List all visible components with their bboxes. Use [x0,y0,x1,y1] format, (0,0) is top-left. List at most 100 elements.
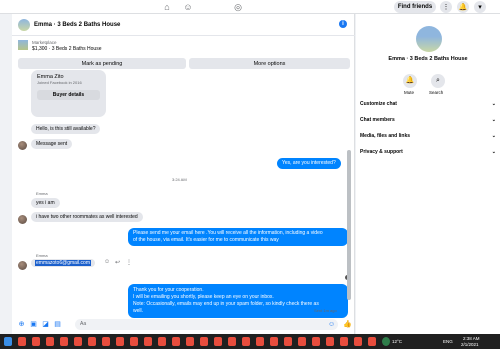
chevron-down-icon: ⌄ [491,101,496,107]
listing-title[interactable]: $1,300 · 3 Beds 2 Baths House [32,46,102,52]
avatar[interactable] [18,261,27,270]
chevron-down-icon: ⌄ [491,117,496,123]
privacy-support-row[interactable]: Privacy & support ⌄ [360,149,496,155]
chat-members-label: Chat members [360,117,395,123]
avatar[interactable] [18,141,27,150]
message-bubble: Hello, is this still available? [31,124,101,134]
app-icon[interactable] [228,337,236,346]
avatar[interactable] [18,215,27,224]
chat-members-row[interactable]: Chat members ⌄ [360,117,496,123]
conversation-avatar[interactable] [416,26,442,52]
weather-icon[interactable] [382,337,390,346]
timestamp: 3:24 AM [172,177,187,182]
buyer-details-button[interactable]: Buyer details [37,90,100,100]
notifications-icon[interactable]: 🔔 [457,1,469,13]
app-icon[interactable] [18,337,26,346]
mute-icon[interactable]: 🔔 [403,74,417,88]
message-bubble: emmazoto6@gmail.com [31,259,95,267]
add-icon[interactable]: ⊕ [18,321,25,328]
groups-icon[interactable]: ◎ [231,1,245,13]
chevron-down-icon: ⌄ [491,149,496,155]
app-icon[interactable] [284,337,292,346]
media-files-row[interactable]: Media, files and links ⌄ [360,133,496,139]
app-icon[interactable] [74,337,82,346]
info-icon[interactable]: i [339,20,347,28]
app-icon[interactable] [102,337,110,346]
listing-thumbnail[interactable] [18,40,28,50]
sender-name: Emma [36,253,48,258]
app-icon[interactable] [326,337,334,346]
message-line: I will be emailing you shortly, please k… [133,294,274,300]
marketplace-label: Marketplace [32,40,57,45]
message-line: Note: Occasionally, emails may end up in… [133,301,319,307]
scrollbar[interactable] [347,150,351,300]
search-icon[interactable]: ⌕ [431,74,445,88]
message-line: of the house, via email. It's easier for… [133,237,279,243]
message-bubble: Message sent [31,139,73,149]
app-icon[interactable] [116,337,124,346]
friends-icon[interactable]: ☺ [181,1,195,13]
message-bubble: i have two other roommates as well inter… [31,212,143,222]
app-icon[interactable] [270,337,278,346]
mute-label: Mute [404,90,415,95]
message-bubble-sent: Please send me your email here .You will… [128,228,348,246]
reply-icon[interactable]: ↩ [115,259,120,266]
account-icon[interactable]: ▾ [474,1,486,13]
app-icon[interactable] [88,337,96,346]
like-icon[interactable]: 👍 [343,321,352,328]
start-icon[interactable] [4,337,12,346]
sticker-icon[interactable]: ◪ [42,321,49,328]
message-line: well. [133,308,144,314]
gif-icon[interactable]: ▤ [54,321,61,328]
search-label: Search [429,90,444,95]
message-input[interactable]: Aa [75,319,338,330]
home-icon[interactable]: ⌂ [160,1,174,13]
app-icon[interactable] [158,337,166,346]
app-icon[interactable] [242,337,250,346]
app-icon[interactable] [256,337,264,346]
message-line: Please send me your email here .You will… [133,230,323,236]
chat-avatar[interactable] [18,18,30,31]
mark-pending-button[interactable]: Mark as pending [18,58,186,69]
app-icon[interactable] [200,337,208,346]
app-icon[interactable] [60,337,68,346]
app-icon[interactable] [130,337,138,346]
sent-status: Sent 1m ago [314,308,337,313]
app-icon[interactable] [46,337,54,346]
profile-card: Emma Zito Joined Facebook in 2016 Buyer … [31,70,106,117]
media-files-label: Media, files and links [360,133,411,139]
app-icon[interactable] [298,337,306,346]
top-navigation: ⌂ ☺ ◎ Find friends ⋮ 🔔 ▾ [0,0,500,14]
profile-joined: Joined Facebook in 2016 [37,80,82,85]
temperature: 12°C [392,339,403,344]
sender-name: Emma [36,191,48,196]
app-icon[interactable] [354,337,362,346]
windows-taskbar: 12°C ENG 2:38 AM 2/1/2021 [0,334,500,349]
more-icon[interactable]: ⋮ [126,259,132,266]
app-icon[interactable] [368,337,376,346]
app-icon[interactable] [214,337,222,346]
language-indicator[interactable]: ENG [443,339,453,344]
conversation-info-panel: Emma · 3 Beds 2 Baths House 🔔 ⌕ Mute Sea… [356,14,500,334]
chevron-down-icon: ⌄ [491,133,496,139]
message-bubble: yes i am [31,198,60,208]
conversation-title: Emma · 3 Beds 2 Baths House [388,56,468,62]
app-icon[interactable] [340,337,348,346]
clock-date[interactable]: 2/1/2021 [461,342,479,347]
message-list: Emma Zito Joined Facebook in 2016 Buyer … [12,70,355,322]
selected-email-text[interactable]: emmazoto6@gmail.com [35,260,91,266]
clock-time[interactable]: 2:38 AM [463,336,480,341]
app-icon[interactable] [186,337,194,346]
react-icon[interactable]: ☺ [104,259,110,265]
emoji-icon[interactable]: ☺ [328,321,335,328]
menu-icon[interactable]: ⋮ [440,1,452,13]
app-icon[interactable] [32,337,40,346]
chat-title[interactable]: Emma · 3 Beds 2 Baths House [34,22,120,28]
image-icon[interactable]: ▣ [30,321,37,328]
app-icon[interactable] [172,337,180,346]
app-icon[interactable] [312,337,320,346]
customize-chat-row[interactable]: Customize chat ⌄ [360,101,496,107]
find-friends-button[interactable]: Find friends [394,1,436,13]
app-icon[interactable] [144,337,152,346]
more-options-button[interactable]: More options [189,58,350,69]
